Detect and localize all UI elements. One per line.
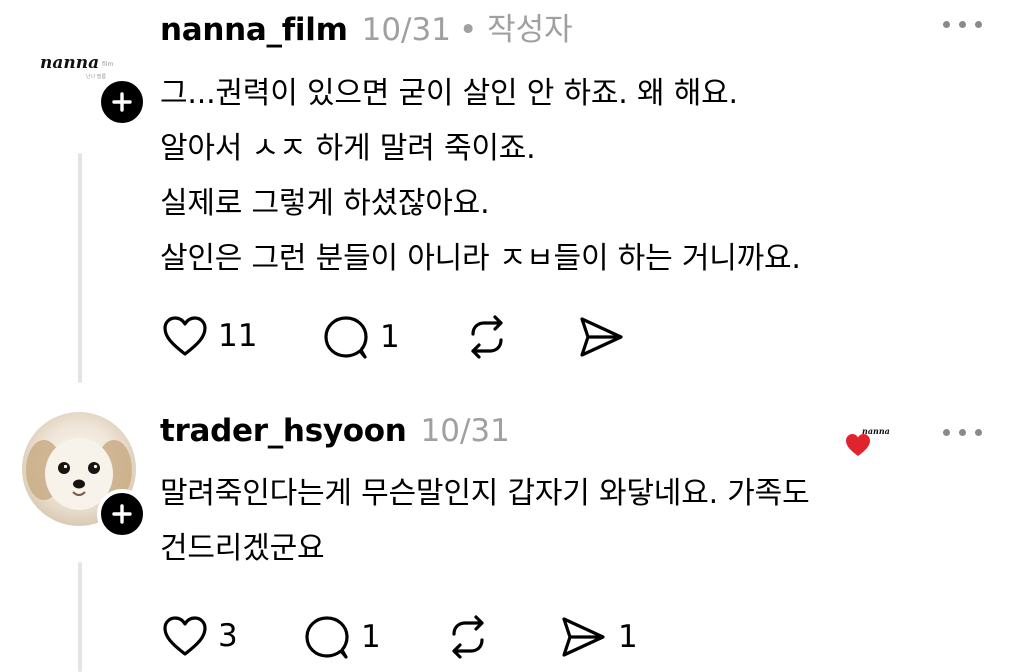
repost-button[interactable]: [463, 314, 521, 360]
repost-icon: [471, 315, 503, 359]
comment-icon: [324, 316, 368, 359]
like-button[interactable]: 3: [162, 615, 238, 657]
reply-count: 1: [361, 619, 381, 655]
like-button[interactable]: 11: [162, 315, 257, 357]
reply-button[interactable]: 1: [303, 614, 381, 660]
post-date[interactable]: 10/31: [421, 413, 510, 449]
thread-line: [78, 153, 82, 383]
post-body: 그...권력이 있으면 굳이 살인 안 하죠. 왜 해요. 알아서 ㅅㅈ 하게 …: [160, 66, 980, 286]
plus-icon: [112, 92, 132, 112]
post-line: 살인은 그런 분들이 아니라 ㅈㅂ들이 하는 거니까요.: [160, 241, 801, 276]
repost-button[interactable]: [444, 614, 502, 660]
post-date[interactable]: 10/31: [362, 12, 451, 48]
post-line: 그...권력이 있으면 굳이 살인 안 하죠. 왜 해요.: [160, 76, 738, 111]
svg-text:nanna: nanna: [40, 53, 99, 73]
share-count: 1: [618, 619, 638, 655]
svg-text:난나 필름: 난나 필름: [86, 73, 106, 80]
post-line: 건드리겠군요: [160, 531, 325, 566]
heart-icon: [163, 616, 207, 656]
like-count: 3: [218, 618, 238, 654]
more-icon[interactable]: [943, 21, 982, 28]
thread-line: [78, 562, 82, 672]
heart-filled-icon: [846, 434, 870, 456]
follow-button[interactable]: [97, 77, 147, 127]
post-line: 말려죽인다는게 무슨말인지 갑자기 와닿네요. 가족도: [160, 476, 810, 511]
username[interactable]: nanna_film: [160, 12, 348, 48]
reply-count: 1: [380, 319, 400, 355]
reply-button[interactable]: 1: [322, 314, 400, 360]
share-button[interactable]: 1: [558, 614, 638, 660]
liked-by-author-indicator: nanna: [842, 418, 902, 460]
username[interactable]: trader_hsyoon: [160, 413, 407, 449]
post-header: nanna_film 10/31 • 작성자: [160, 4, 573, 49]
plus-icon: [112, 504, 132, 524]
svg-text:film: film: [102, 61, 113, 68]
like-count: 11: [218, 318, 258, 354]
follow-button[interactable]: [97, 489, 147, 539]
share-icon: [562, 617, 605, 657]
post-line: 실제로 그렇게 하셨잖아요.: [160, 186, 490, 221]
heart-icon: [163, 316, 207, 356]
author-badge: • 작성자: [458, 12, 573, 48]
repost-icon: [452, 615, 484, 659]
share-button[interactable]: [576, 314, 636, 360]
share-icon: [580, 317, 623, 357]
more-icon[interactable]: [943, 429, 982, 436]
post-body: 말려죽인다는게 무슨말인지 갑자기 와닿네요. 가족도 건드리겠군요: [160, 466, 990, 576]
post-header: trader_hsyoon 10/31: [160, 413, 510, 449]
comment-icon: [305, 616, 349, 659]
post-line: 알아서 ㅅㅈ 하게 말려 죽이죠.: [160, 131, 536, 166]
